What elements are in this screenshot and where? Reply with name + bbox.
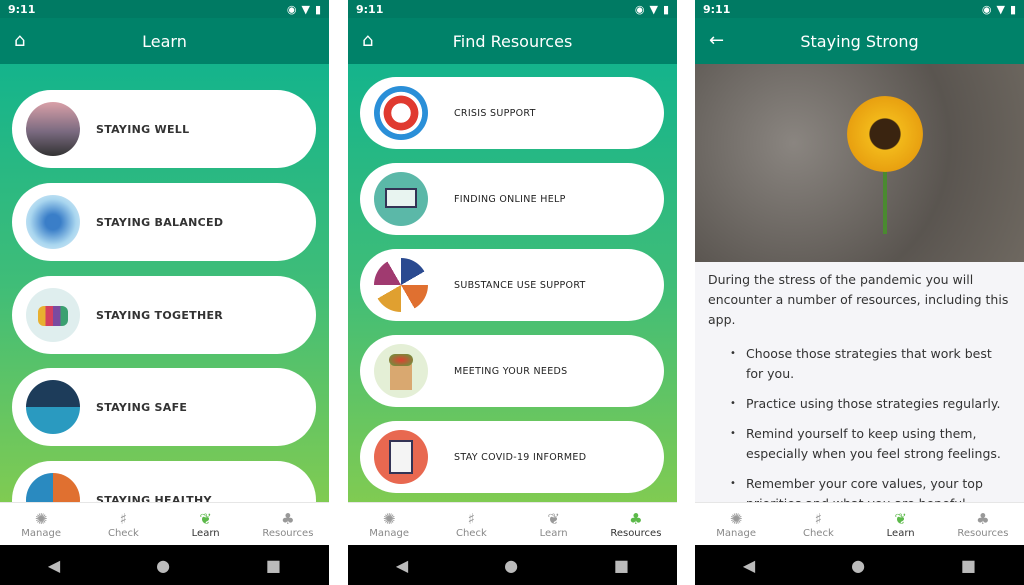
tab-check[interactable]: ♯ Check — [430, 503, 512, 545]
system-nav: ◀ ● ■ — [0, 545, 329, 585]
staying-strong-screen: 9:11 ◉ ▼ ▮ ← Staying Strong During the stres… — [695, 0, 1024, 585]
hash-icon: ♯ — [119, 509, 127, 528]
list-item-staying-well[interactable]: STAYING WELL — [12, 90, 316, 168]
tab-check[interactable]: ♯ Check — [777, 503, 859, 545]
healthy-image — [26, 473, 80, 502]
tab-learn[interactable]: ❦ Learn — [860, 503, 942, 545]
home-icon[interactable]: ⌂ — [362, 30, 373, 51]
tab-resources[interactable]: ♣ Resources — [247, 503, 329, 545]
list-item-staying-together[interactable]: STAYING TOGETHER — [12, 276, 316, 354]
list-item: Choose those strategies that work best f… — [730, 344, 1011, 384]
tab-manage[interactable]: ✺ Manage — [695, 503, 777, 545]
recents-icon[interactable]: ■ — [614, 556, 629, 575]
list-item-staying-safe[interactable]: STAYING SAFE — [12, 368, 316, 446]
home-circle-icon[interactable]: ● — [156, 556, 170, 575]
wifi-icon: ▼ — [301, 2, 310, 16]
leaf-icon: ❦ — [199, 509, 212, 528]
tree-icon: ♣ — [976, 509, 990, 528]
hash-icon: ♯ — [467, 509, 475, 528]
status-bar: 9:11 ◉ ▼ ▮ — [348, 0, 677, 18]
wifi-icon: ▼ — [996, 2, 1005, 16]
list-item-finding-online-help[interactable]: FINDING ONLINE HELP — [360, 163, 664, 235]
app-header: ⌂ Find Resources — [348, 18, 677, 64]
bottom-nav: ✺ Manage ♯ Check ❦ Learn ♣ Resources — [0, 502, 329, 545]
grocery-bag-image — [374, 344, 428, 398]
tab-manage[interactable]: ✺ Manage — [0, 503, 82, 545]
resources-list: CRISIS SUPPORT FINDING ONLINE HELP SUBST… — [348, 64, 677, 502]
sunflower-image — [695, 64, 1024, 262]
lifebuoy-image — [374, 86, 428, 140]
tab-manage[interactable]: ✺ Manage — [348, 503, 430, 545]
tab-resources[interactable]: ♣ Resources — [942, 503, 1024, 545]
tab-learn[interactable]: ❦ Learn — [165, 503, 247, 545]
learn-list: STAYING WELL STAYING BALANCED STAYING TO… — [0, 64, 329, 502]
lighthouse-image — [26, 380, 80, 434]
back-icon[interactable]: ◀ — [48, 556, 60, 575]
vibrate-icon: ◉ — [286, 2, 297, 16]
tab-learn[interactable]: ❦ Learn — [513, 503, 595, 545]
list-item-staying-healthy[interactable]: STAYING HEALTHY — [12, 461, 316, 502]
system-nav: ◀ ● ■ — [348, 545, 677, 585]
back-icon[interactable]: ◀ — [743, 556, 755, 575]
leaf-icon: ❦ — [547, 509, 560, 528]
list-item: Remember your core values, your top prio… — [730, 474, 1011, 502]
list-item-crisis-support[interactable]: CRISIS SUPPORT — [360, 77, 664, 149]
status-bar: 9:11 ◉ ▼ ▮ — [695, 0, 1024, 18]
list-item-substance-use-support[interactable]: SUBSTANCE USE SUPPORT — [360, 249, 664, 321]
tree-icon: ♣ — [281, 509, 295, 528]
vibrate-icon: ◉ — [981, 2, 992, 16]
laptop-image — [374, 172, 428, 226]
clipboard-image — [374, 430, 428, 484]
battery-icon: ▮ — [662, 2, 669, 16]
list-item-staying-balanced[interactable]: STAYING BALANCED — [12, 183, 316, 261]
bottom-nav: ✺ Manage ♯ Check ❦ Learn ♣ Resources — [695, 502, 1024, 545]
home-circle-icon[interactable]: ● — [851, 556, 865, 575]
list-item-meeting-your-needs[interactable]: MEETING YOUR NEEDS — [360, 335, 664, 407]
resources-screen: 9:11 ◉ ▼ ▮ ⌂ Find Resources CRISIS SUPPORT F… — [348, 0, 677, 585]
home-icon[interactable]: ⌂ — [14, 30, 25, 51]
list-item: Remind yourself to keep using them, espe… — [730, 424, 1011, 464]
page-title: Find Resources — [452, 31, 573, 51]
app-header: ← Staying Strong — [695, 18, 1024, 64]
battery-icon: ▮ — [1009, 2, 1016, 16]
recents-icon[interactable]: ■ — [961, 556, 976, 575]
battery-icon: ▮ — [314, 2, 321, 16]
tab-resources[interactable]: ♣ Resources — [595, 503, 677, 545]
tree-icon: ♣ — [629, 509, 643, 528]
sun-icon: ✺ — [382, 509, 396, 528]
wifi-icon: ▼ — [649, 2, 658, 16]
people-image — [26, 288, 80, 342]
balance-figure-image — [26, 195, 80, 249]
back-arrow-icon[interactable]: ← — [709, 30, 724, 51]
page-title: Learn — [142, 31, 187, 51]
hash-icon: ♯ — [814, 509, 822, 528]
strategy-list: Choose those strategies that work best f… — [708, 344, 1011, 502]
stones-image — [26, 102, 80, 156]
app-header: ⌂ Learn — [0, 18, 329, 64]
recents-icon[interactable]: ■ — [266, 556, 281, 575]
sun-icon: ✺ — [729, 509, 743, 528]
status-bar: 9:11 ◉ ▼ ▮ — [0, 0, 329, 18]
page-title: Staying Strong — [800, 31, 919, 51]
leaf-icon: ❦ — [894, 509, 907, 528]
back-icon[interactable]: ◀ — [396, 556, 408, 575]
vibrate-icon: ◉ — [634, 2, 645, 16]
tab-check[interactable]: ♯ Check — [82, 503, 164, 545]
bottom-nav: ✺ Manage ♯ Check ❦ Learn ♣ Resources — [348, 502, 677, 545]
list-item: Practice using those strategies regularl… — [730, 394, 1011, 414]
hands-circle-image — [374, 258, 428, 312]
sun-icon: ✺ — [34, 509, 48, 528]
learn-screen: 9:11 ◉ ▼ ▮ ⌂ Learn STAYING WELL STAYING BALA… — [0, 0, 329, 585]
home-circle-icon[interactable]: ● — [504, 556, 518, 575]
list-item-stay-covid-informed[interactable]: STAY COVID-19 INFORMED — [360, 421, 664, 493]
article-body: During the stress of the pandemic you wi… — [695, 262, 1024, 502]
system-nav: ◀ ● ■ — [695, 545, 1024, 585]
